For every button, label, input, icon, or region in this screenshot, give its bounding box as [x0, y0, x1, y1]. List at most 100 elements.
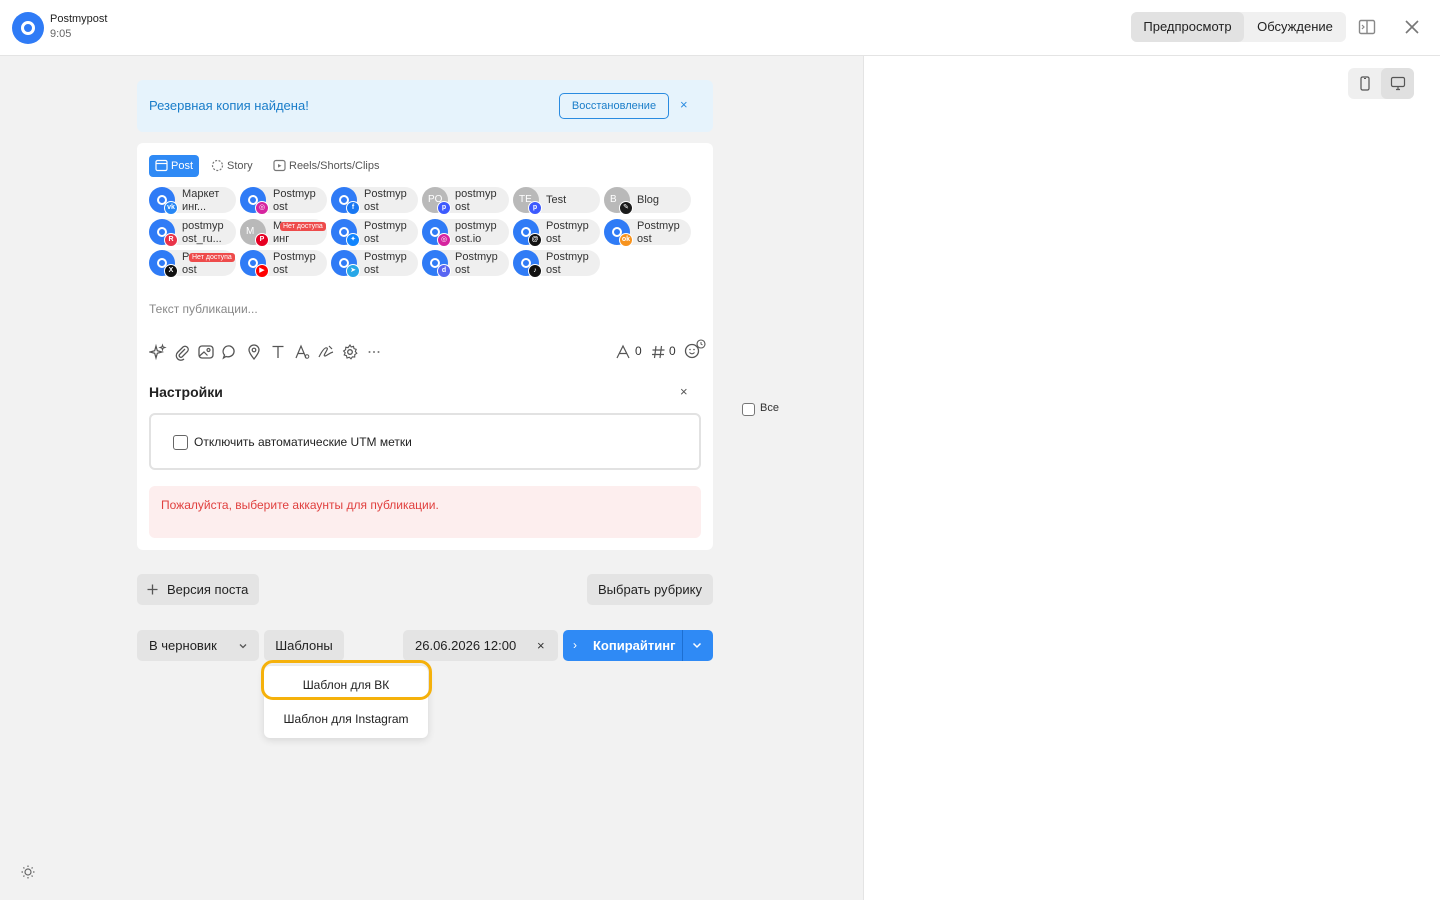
- mobile-preview-button[interactable]: [1348, 68, 1381, 99]
- plus-icon: [147, 584, 158, 595]
- emoji-schedule-icon[interactable]: [683, 338, 707, 362]
- view-switcher: Предпросмотр Обсуждение: [1131, 12, 1346, 42]
- account-chip[interactable]: ▶ Postmyp ost: [240, 250, 327, 278]
- backup-banner: Резервная копия найдена! Восстановление …: [137, 80, 713, 132]
- desktop-preview-button[interactable]: [1381, 68, 1414, 99]
- select-all-checkbox[interactable]: [742, 403, 755, 416]
- blog-icon: ✎: [619, 201, 633, 215]
- account-chip[interactable]: ♪ Postmyp ost: [513, 250, 600, 278]
- draft-label: В черновик: [149, 638, 217, 653]
- device-switcher: [1348, 68, 1414, 99]
- settings-gear-icon[interactable]: [341, 343, 359, 361]
- copywriting-dropdown-icon[interactable]: [689, 637, 705, 653]
- post-icon: [155, 159, 168, 172]
- account-name-line1: Postmyp: [546, 220, 589, 232]
- account-name-line2: ost: [455, 263, 470, 276]
- location-icon[interactable]: [245, 343, 263, 361]
- account-name: Postmyp ost: [546, 220, 598, 245]
- signature-icon[interactable]: [317, 343, 335, 361]
- post-text-input[interactable]: Текст публикации...: [149, 302, 258, 316]
- publish-date-value: 26.06.2026 12:00: [415, 638, 517, 653]
- settings-close-button[interactable]: ×: [680, 384, 688, 399]
- account-name: Маркет инг...: [182, 188, 234, 213]
- ai-sparkle-icon[interactable]: [149, 343, 167, 361]
- account-chip[interactable]: d Postmyp ost: [422, 250, 509, 278]
- x-icon: X: [164, 264, 178, 278]
- select-all-label: Все: [760, 402, 779, 414]
- tab-story[interactable]: Story: [205, 155, 259, 177]
- instagram-icon: ◎: [437, 233, 451, 247]
- account-chip[interactable]: M P Минг Нет доступа: [240, 219, 327, 247]
- account-name-line2: ost: [637, 232, 652, 245]
- highlight-outline: [261, 660, 432, 700]
- account-chip[interactable]: vk Маркет инг...: [149, 187, 236, 215]
- discussion-tab[interactable]: Обсуждение: [1244, 12, 1346, 42]
- tab-reels[interactable]: Reels/Shorts/Clips: [267, 155, 385, 177]
- settings-title: Настройки: [149, 384, 223, 400]
- account-chip[interactable]: ◎ Postmyp ost: [240, 187, 327, 215]
- account-chip[interactable]: ok Postmyp ost: [604, 219, 691, 247]
- account-name: postmyp ost_ru...: [182, 220, 234, 245]
- close-icon[interactable]: [1402, 17, 1422, 37]
- account-chip[interactable]: B ✎ Blog: [604, 187, 691, 215]
- no-access-badge: Нет доступа: [189, 253, 235, 262]
- ok-icon: ok: [619, 233, 633, 247]
- utm-checkbox[interactable]: [173, 435, 188, 450]
- choose-rubric-button[interactable]: Выбрать рубрику: [587, 574, 713, 605]
- tab-post[interactable]: Post: [149, 155, 200, 177]
- utm-option-box: Отключить автоматические UTM метки: [149, 413, 701, 470]
- account-chip[interactable]: ➤ Postmyp ost: [331, 250, 418, 278]
- account-chip[interactable]: PO p postmyp ost: [422, 187, 509, 215]
- account-name: postmyp ost.io: [455, 220, 507, 245]
- account-name-line1: postmyp: [455, 188, 497, 200]
- account-chip[interactable]: @ Postmyp ost: [513, 219, 600, 247]
- vk-icon: vk: [164, 201, 178, 215]
- account-name-line1: Postmyp: [455, 251, 498, 263]
- more-icon[interactable]: [365, 343, 383, 361]
- attachment-icon[interactable]: [173, 343, 191, 361]
- restore-button[interactable]: Восстановление: [559, 93, 669, 119]
- pinterest-ok-icon: p: [437, 201, 451, 215]
- backup-close-button[interactable]: ×: [680, 97, 688, 112]
- account-name-line2: ost: [364, 200, 379, 213]
- account-name-line1: Postmyp: [273, 188, 316, 200]
- account-chip[interactable]: TE p Test: [513, 187, 600, 215]
- account-chip[interactable]: Rpostmyp ost_ru...: [149, 219, 236, 247]
- account-name: Postmyp ost: [455, 251, 507, 276]
- publish-date-field[interactable]: 26.06.2026 12:00 ×: [403, 630, 558, 661]
- add-version-button[interactable]: Версия поста: [137, 574, 259, 605]
- utm-label: Отключить автоматические UTM метки: [194, 435, 412, 449]
- add-version-label: Версия поста: [167, 582, 249, 597]
- hashtag-count: 0: [669, 344, 676, 358]
- account-name-line1: Postmyp: [364, 251, 407, 263]
- templates-button[interactable]: Шаблоны: [264, 630, 344, 661]
- account-name: Blog: [637, 194, 689, 207]
- account-chip[interactable]: f Postmyp ost: [331, 187, 418, 215]
- account-chip[interactable]: X Post Нет доступа: [149, 250, 236, 278]
- youtube-icon: ▶: [255, 264, 269, 278]
- account-name-line1: Маркет: [182, 188, 220, 200]
- app-logo: [12, 12, 44, 44]
- reels-icon: [273, 159, 286, 172]
- theme-toggle-icon[interactable]: [20, 864, 36, 880]
- text-format-icon[interactable]: [269, 343, 287, 361]
- template-option-instagram[interactable]: Шаблон для Instagram: [264, 702, 428, 736]
- account-name-line2: инг...: [182, 200, 207, 213]
- image-icon[interactable]: [197, 343, 215, 361]
- draft-select[interactable]: В черновик: [137, 630, 259, 661]
- account-chip[interactable]: ◎ postmyp ost.io: [422, 219, 509, 247]
- copywriting-button[interactable]: › Копирайтинг: [563, 630, 713, 661]
- comment-icon[interactable]: [221, 343, 239, 361]
- split-view-icon[interactable]: [1357, 17, 1377, 37]
- character-count-icon: [616, 344, 630, 359]
- account-name: Postmyp ost: [637, 220, 689, 245]
- account-name: postmyp ost: [455, 188, 507, 213]
- font-style-icon[interactable]: [293, 343, 311, 361]
- preview-tab[interactable]: Предпросмотр: [1131, 12, 1244, 42]
- account-name-line2: ost: [364, 263, 379, 276]
- clear-date-button[interactable]: ×: [537, 638, 545, 653]
- account-name-line2: ost: [273, 263, 288, 276]
- facebook-icon: f: [346, 201, 360, 215]
- chevron-right-icon: ›: [573, 638, 577, 652]
- account-chip[interactable]: ✦ Postmyp ost: [331, 219, 418, 247]
